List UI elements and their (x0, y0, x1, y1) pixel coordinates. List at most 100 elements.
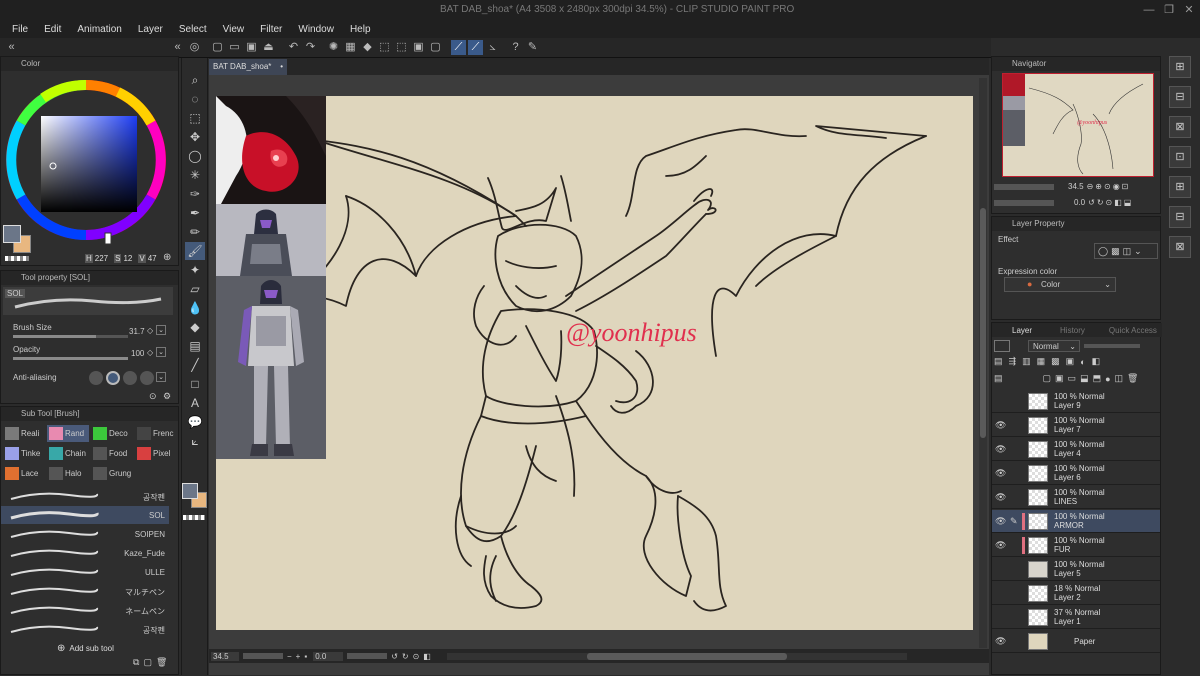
vertical-scrollbar[interactable] (979, 78, 987, 648)
layer-row[interactable]: 👁 100 % Normal LINES (992, 486, 1160, 509)
border-effect-icon[interactable]: ◯ (1098, 246, 1108, 257)
color-mode-icon[interactable]: ⊕ (163, 252, 171, 263)
brush-item[interactable]: SOL (1, 506, 169, 524)
collapse-icon[interactable]: « (170, 40, 185, 55)
brush-size-slider[interactable] (13, 335, 128, 338)
new-sub-tool-icon[interactable]: ▢ (143, 657, 152, 668)
side-button-4[interactable]: ⊡ (1169, 146, 1191, 168)
visibility-eye-icon[interactable] (995, 588, 1005, 598)
horizontal-scrollbar[interactable] (446, 652, 907, 660)
layer-row[interactable]: 37 % Normal Layer 1 (992, 606, 1160, 629)
opacity-slider[interactable] (13, 357, 128, 360)
clear-icon[interactable]: ✺ (326, 40, 341, 55)
snap-ruler-icon[interactable]: ⟋ (451, 40, 466, 55)
visibility-eye-icon[interactable]: 👁 (995, 540, 1006, 550)
maximize-button[interactable]: ❐ (1162, 3, 1176, 17)
flip-icon[interactable]: ◧ (423, 652, 431, 661)
undo-icon[interactable]: ↶ (286, 40, 301, 55)
opacity-dropdown-icon[interactable]: ⌄ (156, 347, 166, 357)
aa-strong-icon[interactable] (140, 371, 154, 385)
snap-special-ruler-icon[interactable]: ⟋ (468, 40, 483, 55)
fill-tool-icon[interactable]: ◆ (185, 318, 205, 336)
sub-tool-group-0[interactable]: Reali (3, 425, 45, 442)
tab-layer[interactable]: Layer (1012, 326, 1032, 335)
rotate-slider[interactable] (347, 653, 388, 659)
tab-quick-access[interactable]: Quick Access (1109, 326, 1157, 335)
navigator-zoom-slider[interactable] (994, 183, 1054, 190)
side-button-7[interactable]: ⊠ (1169, 236, 1191, 258)
blend-tool-icon[interactable]: 💧 (185, 299, 205, 317)
eyedropper-tool-icon[interactable]: ✑ (185, 185, 205, 203)
horizontal-scroll-thumb[interactable] (586, 652, 787, 660)
collapse-left-icon[interactable]: « (4, 40, 19, 55)
menu-select[interactable]: Select (179, 24, 207, 35)
reset-rotation-icon[interactable]: ⊙ (413, 652, 420, 661)
merge-down-icon[interactable]: ⬓ (1080, 373, 1089, 384)
navigator-actual-size-icon[interactable]: ⊙ (1104, 182, 1111, 191)
selection-border-icon[interactable]: ▢ (428, 40, 443, 55)
figure-tool-icon[interactable]: ╱ (185, 356, 205, 374)
zoom-tool-icon[interactable]: ⌕ (185, 71, 205, 89)
side-button-2[interactable]: ⊟ (1169, 86, 1191, 108)
reset-settings-icon[interactable]: ⊙ (149, 391, 157, 402)
new-raster-layer-icon[interactable]: ▢ (1043, 373, 1052, 384)
lock-transparency-icon[interactable]: ▩ (1051, 356, 1060, 367)
new-folder-icon[interactable]: ▭ (1068, 373, 1077, 384)
brush-size-stepper-icon[interactable]: ◇ (147, 326, 153, 335)
brush-size-value[interactable]: 31.7 (129, 327, 145, 336)
navigator-reset-rotation-icon[interactable]: ⊙ (1106, 198, 1113, 207)
navigator-flip-v-icon[interactable]: ⬓ (1124, 198, 1132, 207)
navigator-preview[interactable]: @yoonhipus (1002, 73, 1154, 177)
zoom-in-icon[interactable]: + (296, 652, 301, 661)
document-tab[interactable]: BAT DAB_shoa* • (209, 59, 287, 75)
navigator-rotate-left-icon[interactable]: ↺ (1088, 198, 1095, 207)
decoration-tool-icon[interactable]: ✦ (185, 261, 205, 279)
gradient-tool-icon[interactable]: ▤ (185, 337, 205, 355)
tab-history[interactable]: History (1060, 326, 1085, 335)
side-button-5[interactable]: ⊞ (1169, 176, 1191, 198)
new-file-icon[interactable]: ▢ (210, 40, 225, 55)
move-layer-tool-icon[interactable]: ◌ (185, 90, 205, 108)
rotate-left-icon[interactable]: ↺ (391, 652, 398, 661)
menu-help[interactable]: Help (350, 24, 371, 35)
redo-icon[interactable]: ↷ (303, 40, 318, 55)
visibility-eye-icon[interactable] (995, 396, 1005, 406)
tab-close-icon[interactable]: • (280, 59, 283, 75)
effect-dropdown-icon[interactable]: ⌄ (1134, 246, 1142, 257)
angle-value[interactable]: 0.0 (313, 651, 344, 661)
pen-pressure-icon[interactable]: ✎ (525, 40, 540, 55)
layer-row[interactable]: 👁 100 % Normal FUR (992, 534, 1160, 557)
move-tool-icon[interactable]: ✥ (185, 128, 205, 146)
layer-row[interactable]: 👁 Paper (992, 630, 1160, 653)
layer-row[interactable]: 100 % Normal Layer 9 (992, 390, 1160, 413)
sub-tool-group-6[interactable]: Food (91, 445, 133, 462)
sub-tool-group-7[interactable]: Pixel (135, 445, 177, 462)
color-wheel[interactable] (3, 73, 171, 245)
actual-size-icon[interactable]: ▪ (304, 652, 307, 661)
add-sub-tool-button[interactable]: ⊕ Add sub tool (57, 643, 114, 654)
layer-panel-menu-icon[interactable]: ▤ (994, 373, 1003, 384)
operation-tool-icon[interactable]: ⬚ (185, 109, 205, 127)
visibility-eye-icon[interactable] (995, 612, 1005, 622)
main-color-swatch[interactable] (3, 225, 21, 243)
open-file-icon[interactable]: ▭ (227, 40, 242, 55)
tone-effect-icon[interactable]: ▩ (1111, 246, 1120, 257)
opacity-stepper-icon[interactable]: ◇ (147, 348, 153, 357)
layer-row[interactable]: 100 % Normal Layer 5 (992, 558, 1160, 581)
layer-row[interactable]: 👁 100 % Normal Layer 4 (992, 438, 1160, 461)
menu-layer[interactable]: Layer (138, 24, 163, 35)
delete-sub-tool-icon[interactable]: 🗑 (156, 657, 167, 668)
frame-tool-icon[interactable]: □ (185, 375, 205, 393)
zoom-value[interactable]: 34.5 (211, 651, 239, 661)
layer-row[interactable]: 👁 100 % Normal Layer 7 (992, 414, 1160, 437)
brush-tool-icon[interactable]: 🖌 (185, 242, 205, 260)
brush-item[interactable]: ULLE (1, 563, 169, 581)
blend-mode-select[interactable]: Normal ⌄ (1028, 340, 1080, 352)
menu-view[interactable]: View (223, 24, 245, 35)
side-button-3[interactable]: ⊠ (1169, 116, 1191, 138)
zoom-out-icon[interactable]: − (287, 652, 292, 661)
toolstrip-transparent-color[interactable] (183, 515, 205, 520)
navigator-zoom-out-icon[interactable]: ⊖ (1087, 182, 1094, 191)
navigator-zoom-in-icon[interactable]: ⊕ (1095, 182, 1102, 191)
brush-item[interactable]: Kaze_Fude (1, 544, 169, 562)
